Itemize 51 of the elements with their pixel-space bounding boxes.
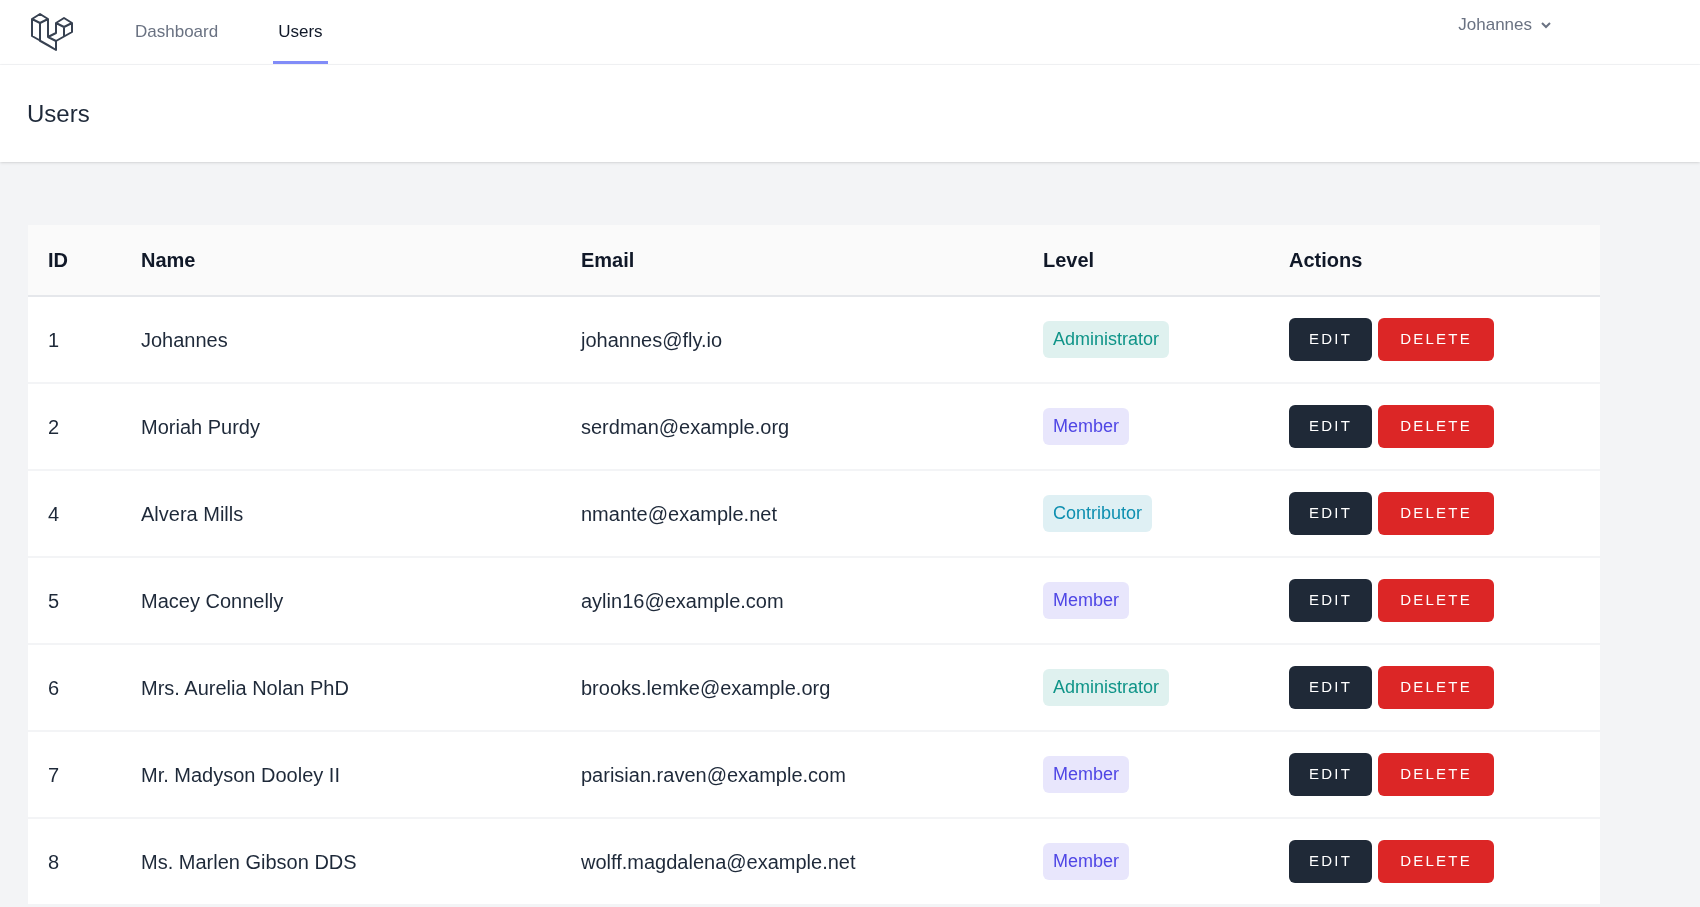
edit-button[interactable]: EDIT bbox=[1289, 840, 1373, 883]
table-cell-text: aylin16@example.com bbox=[581, 588, 785, 614]
level-badge: Administrator bbox=[1043, 321, 1170, 358]
column-header: Email bbox=[581, 248, 636, 273]
edit-button[interactable]: EDIT bbox=[1289, 318, 1373, 361]
user-menu-button[interactable]: Johannes bbox=[1458, 12, 1552, 38]
delete-button[interactable]: DELETE bbox=[1378, 579, 1495, 622]
level-badge: Contributor bbox=[1043, 495, 1153, 532]
delete-button[interactable]: DELETE bbox=[1378, 666, 1495, 709]
edit-button[interactable]: EDIT bbox=[1289, 405, 1373, 448]
level-badge: Member bbox=[1043, 843, 1129, 880]
table-cell-text: wolff.magdalena@example.net bbox=[581, 849, 857, 875]
table-cell-text: Mr. Madyson Dooley II bbox=[141, 762, 341, 788]
edit-button[interactable]: EDIT bbox=[1289, 492, 1373, 535]
delete-button[interactable]: DELETE bbox=[1378, 405, 1495, 448]
level-badge: Administrator bbox=[1043, 669, 1170, 706]
edit-button[interactable]: EDIT bbox=[1289, 579, 1373, 622]
level-badge: Member bbox=[1043, 408, 1129, 445]
column-header: Name bbox=[141, 248, 197, 273]
table-cell-text: 5 bbox=[48, 588, 61, 614]
level-badge: Member bbox=[1043, 582, 1129, 619]
table-cell-text: 2 bbox=[48, 414, 61, 440]
page-title: Users bbox=[27, 98, 90, 129]
edit-button[interactable]: EDIT bbox=[1289, 666, 1373, 709]
table-cell-text: parisian.raven@example.com bbox=[581, 762, 847, 788]
logo-icon[interactable] bbox=[30, 11, 74, 53]
table-cell-text: nmante@example.net bbox=[581, 501, 778, 527]
level-badge: Member bbox=[1043, 756, 1129, 793]
table-cell-text: Alvera Mills bbox=[141, 501, 245, 527]
column-header: ID bbox=[48, 248, 69, 273]
table-cell-text: Johannes bbox=[141, 327, 229, 353]
delete-button[interactable]: DELETE bbox=[1378, 753, 1495, 796]
nav-tab[interactable]: Dashboard bbox=[130, 0, 224, 64]
table-cell-text: Macey Connelly bbox=[141, 588, 285, 614]
table-cell-text: johannes@fly.io bbox=[581, 327, 724, 353]
table-cell-text: 1 bbox=[48, 327, 61, 353]
table-cell-text: serdman@example.org bbox=[581, 414, 791, 440]
table-cell-text: Moriah Purdy bbox=[141, 414, 261, 440]
delete-button[interactable]: DELETE bbox=[1378, 840, 1495, 883]
column-header: Level bbox=[1043, 248, 1096, 273]
delete-button[interactable]: DELETE bbox=[1378, 318, 1495, 361]
table-cell-text: Ms. Marlen Gibson DDS bbox=[141, 849, 358, 875]
column-header: Actions bbox=[1289, 248, 1364, 273]
table-cell-text: 6 bbox=[48, 675, 61, 701]
delete-button[interactable]: DELETE bbox=[1378, 492, 1495, 535]
table-cell-text: 4 bbox=[48, 501, 61, 527]
edit-button[interactable]: EDIT bbox=[1289, 753, 1373, 796]
table-cell-text: 8 bbox=[48, 849, 61, 875]
table-cell-text: 7 bbox=[48, 762, 61, 788]
table-cell-text: Mrs. Aurelia Nolan PhD bbox=[141, 675, 350, 701]
table-cell-text: brooks.lemke@example.org bbox=[581, 675, 832, 701]
